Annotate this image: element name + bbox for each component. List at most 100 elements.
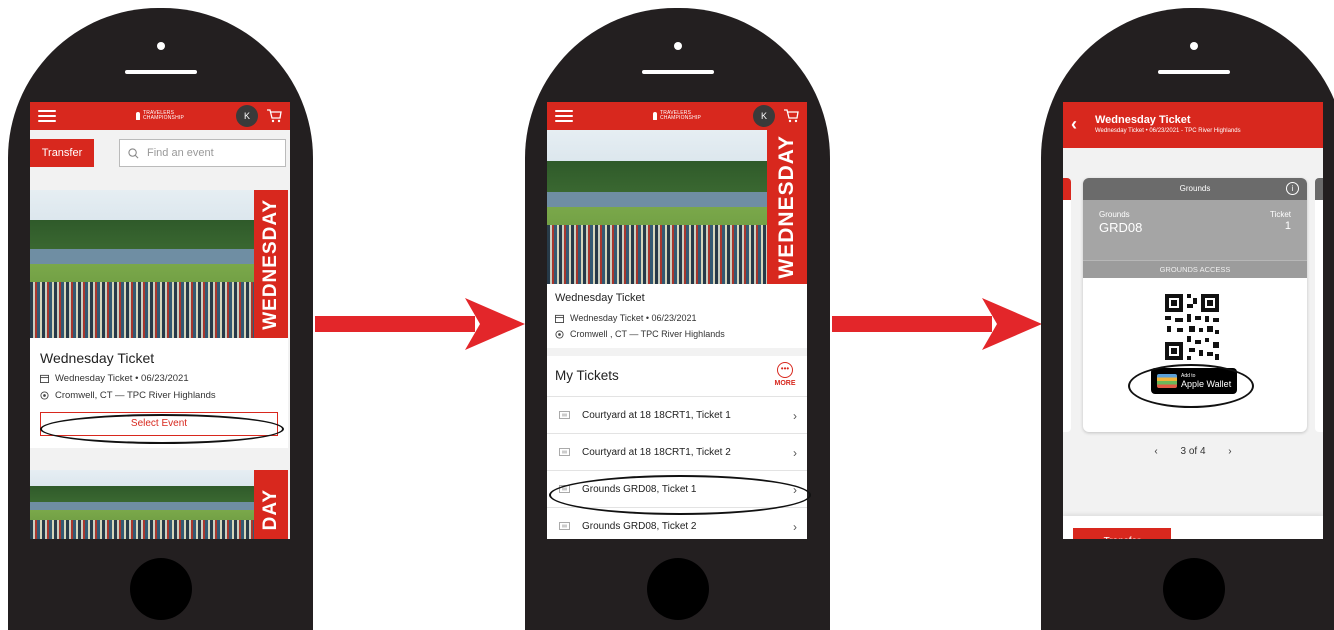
ticket-label: Courtyard at 18 18CRT1, Ticket 1 (582, 409, 731, 421)
screen-1: TRAVELERS CHAMPIONSHIP K Transfer Find a… (30, 102, 290, 539)
travelers-logo: TRAVELERS CHAMPIONSHIP (136, 111, 184, 121)
more-dots-icon: ••• (777, 362, 793, 378)
hamburger-menu-icon[interactable] (38, 110, 56, 122)
my-tickets-heading: My Tickets (555, 368, 619, 383)
ticket-icon (559, 411, 570, 419)
ticket-row[interactable]: Courtyard at 18 18CRT1, Ticket 2 › (547, 433, 807, 470)
next-ticket-card[interactable] (1315, 178, 1323, 432)
app-topbar: TRAVELERS CHAMPIONSHIP K (30, 102, 290, 130)
location-pin-icon (555, 329, 564, 339)
transfer-button[interactable]: Transfer (30, 139, 94, 167)
ticket-header-title: Grounds (1179, 184, 1211, 193)
section-label: Grounds (1099, 210, 1130, 219)
chevron-right-icon: › (793, 409, 797, 423)
transfer-button[interactable]: Transfer (1073, 528, 1171, 539)
location-pin-icon (40, 391, 49, 400)
home-button (646, 558, 709, 620)
highlight-ellipse-ticket (549, 475, 811, 515)
speaker-bar (124, 70, 197, 74)
travelers-logo: TRAVELERS CHAMPIONSHIP (653, 111, 701, 121)
screen-3: ‹ Wednesday Ticket Wednesday Ticket • 06… (1063, 102, 1323, 539)
day-banner-text: WEDNESDAY (775, 135, 798, 279)
ticket-info: Grounds GRD08 Ticket 1 (1083, 200, 1307, 260)
avatar[interactable]: K (753, 105, 775, 127)
screen-2: TRAVELERS CHAMPIONSHIP K WEDNESDAY Wedne… (547, 102, 807, 539)
ticket-number-label: Ticket (1269, 210, 1291, 219)
access-label: GROUNDS ACCESS (1083, 260, 1307, 278)
home-button (129, 558, 192, 620)
ticket-carousel[interactable]: Grounds i Grounds GRD08 Ticket 1 GROUNDS… (1063, 148, 1323, 508)
pager-prev-icon[interactable]: ‹ (1154, 446, 1157, 457)
bottom-bar: Transfer (1063, 516, 1323, 539)
ticket-row[interactable]: Courtyard at 18 18CRT1, Ticket 1 › (547, 396, 807, 433)
day-banner: WEDNESDAY (254, 190, 288, 338)
speaker-bar (1157, 70, 1230, 74)
speaker-bar (641, 70, 714, 74)
logo-text: TRAVELERS CHAMPIONSHIP (142, 110, 185, 121)
highlight-ellipse-wallet (1128, 364, 1254, 408)
event-location: Cromwell, CT — TPC River Highlands (55, 390, 216, 401)
day-banner-text: WEDNESDAY (260, 198, 281, 330)
calendar-icon (555, 314, 564, 323)
event-photo: WEDNESDAY (547, 130, 807, 284)
hamburger-menu-icon[interactable] (555, 110, 573, 122)
toolbar: Transfer Find an event (30, 130, 290, 174)
pager-text: 3 of 4 (1180, 446, 1206, 457)
info-icon[interactable]: i (1286, 182, 1299, 195)
day-banner-2-text: DAY (260, 489, 281, 531)
event-photo-2: DAY (30, 470, 288, 539)
day-banner: WEDNESDAY (767, 130, 807, 284)
event-location: Cromwell , CT — TPC River Highlands (570, 329, 725, 339)
section-value: GRD08 (1099, 220, 1143, 235)
avatar[interactable]: K (236, 105, 258, 127)
ticket-icon (559, 522, 570, 530)
event-card[interactable]: WEDNESDAY Wednesday Ticket Wednesday Tic… (30, 190, 288, 448)
home-button (1162, 558, 1225, 620)
event-card-2[interactable]: DAY (30, 470, 288, 539)
arrow-right-icon (832, 298, 1042, 350)
arrow-right-icon (315, 298, 525, 350)
phone-frame-1: TRAVELERS CHAMPIONSHIP K Transfer Find a… (8, 8, 313, 630)
phone-frame-2: TRAVELERS CHAMPIONSHIP K WEDNESDAY Wedne… (525, 8, 830, 630)
chevron-right-icon: › (793, 446, 797, 460)
event-date: Wednesday Ticket • 06/23/2021 (570, 313, 697, 323)
ticket-detail-header: ‹ Wednesday Ticket Wednesday Ticket • 06… (1063, 102, 1323, 148)
page-subtitle: Wednesday Ticket • 06/23/2021 - TPC Rive… (1095, 128, 1241, 134)
event-location-row: Cromwell, CT — TPC River Highlands (30, 387, 288, 404)
more-button[interactable]: ••• MORE (771, 362, 799, 387)
event-photo: WEDNESDAY (30, 190, 288, 338)
more-label: MORE (774, 380, 796, 387)
event-location-row: Cromwell , CT — TPC River Highlands (555, 326, 799, 342)
app-topbar: TRAVELERS CHAMPIONSHIP K (547, 102, 807, 130)
chevron-right-icon: › (793, 520, 797, 534)
my-tickets-header: My Tickets ••• MORE (547, 356, 807, 396)
pager-next-icon[interactable]: › (1228, 446, 1231, 457)
camera-dot (1189, 42, 1198, 50)
ticket-header: Grounds i (1083, 178, 1307, 200)
ticket-number-value: 1 (1284, 220, 1291, 232)
event-date-row: Wednesday Ticket • 06/23/2021 (30, 370, 288, 387)
pager: ‹ 3 of 4 › (1063, 446, 1323, 457)
cart-icon[interactable] (266, 108, 282, 124)
event-date: Wednesday Ticket • 06/23/2021 (55, 373, 189, 384)
event-title: Wednesday Ticket (40, 350, 155, 366)
camera-dot (673, 42, 682, 50)
calendar-icon (40, 374, 49, 383)
camera-dot (156, 42, 165, 50)
event-info: Wednesday Ticket Wednesday Ticket • 06/2… (547, 284, 807, 348)
ticket-label: Courtyard at 18 18CRT1, Ticket 2 (582, 446, 731, 458)
phone-frame-3: ‹ Wednesday Ticket Wednesday Ticket • 06… (1041, 8, 1334, 630)
highlight-ellipse-select (40, 414, 284, 444)
event-date-row: Wednesday Ticket • 06/23/2021 (555, 310, 799, 326)
prev-ticket-card[interactable] (1063, 178, 1071, 432)
event-title: Wednesday Ticket (555, 292, 645, 304)
ticket-label: Grounds GRD08, Ticket 2 (582, 520, 697, 532)
search-icon (128, 147, 139, 158)
search-input[interactable]: Find an event (119, 139, 286, 167)
cart-icon[interactable] (783, 108, 799, 124)
page-title: Wednesday Ticket (1095, 114, 1191, 126)
ticket-icon (559, 448, 570, 456)
qr-code-icon (1163, 292, 1221, 362)
back-chevron-icon[interactable]: ‹ (1071, 114, 1077, 135)
logo-text: TRAVELERS CHAMPIONSHIP (659, 110, 702, 121)
